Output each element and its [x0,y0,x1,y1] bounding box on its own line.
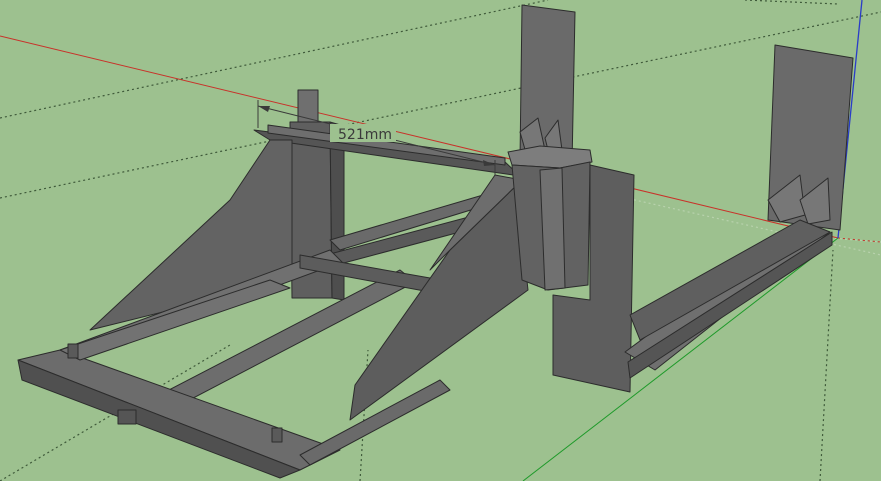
3d-scene[interactable]: 521mm [0,0,881,481]
frame-clip [271,427,283,443]
frame-clip [67,343,79,359]
hub-highlight [539,167,566,291]
modeling-viewport[interactable]: 521mm [0,0,881,481]
dimension-label: 521mm [338,127,392,143]
frame-notch [117,409,137,425]
